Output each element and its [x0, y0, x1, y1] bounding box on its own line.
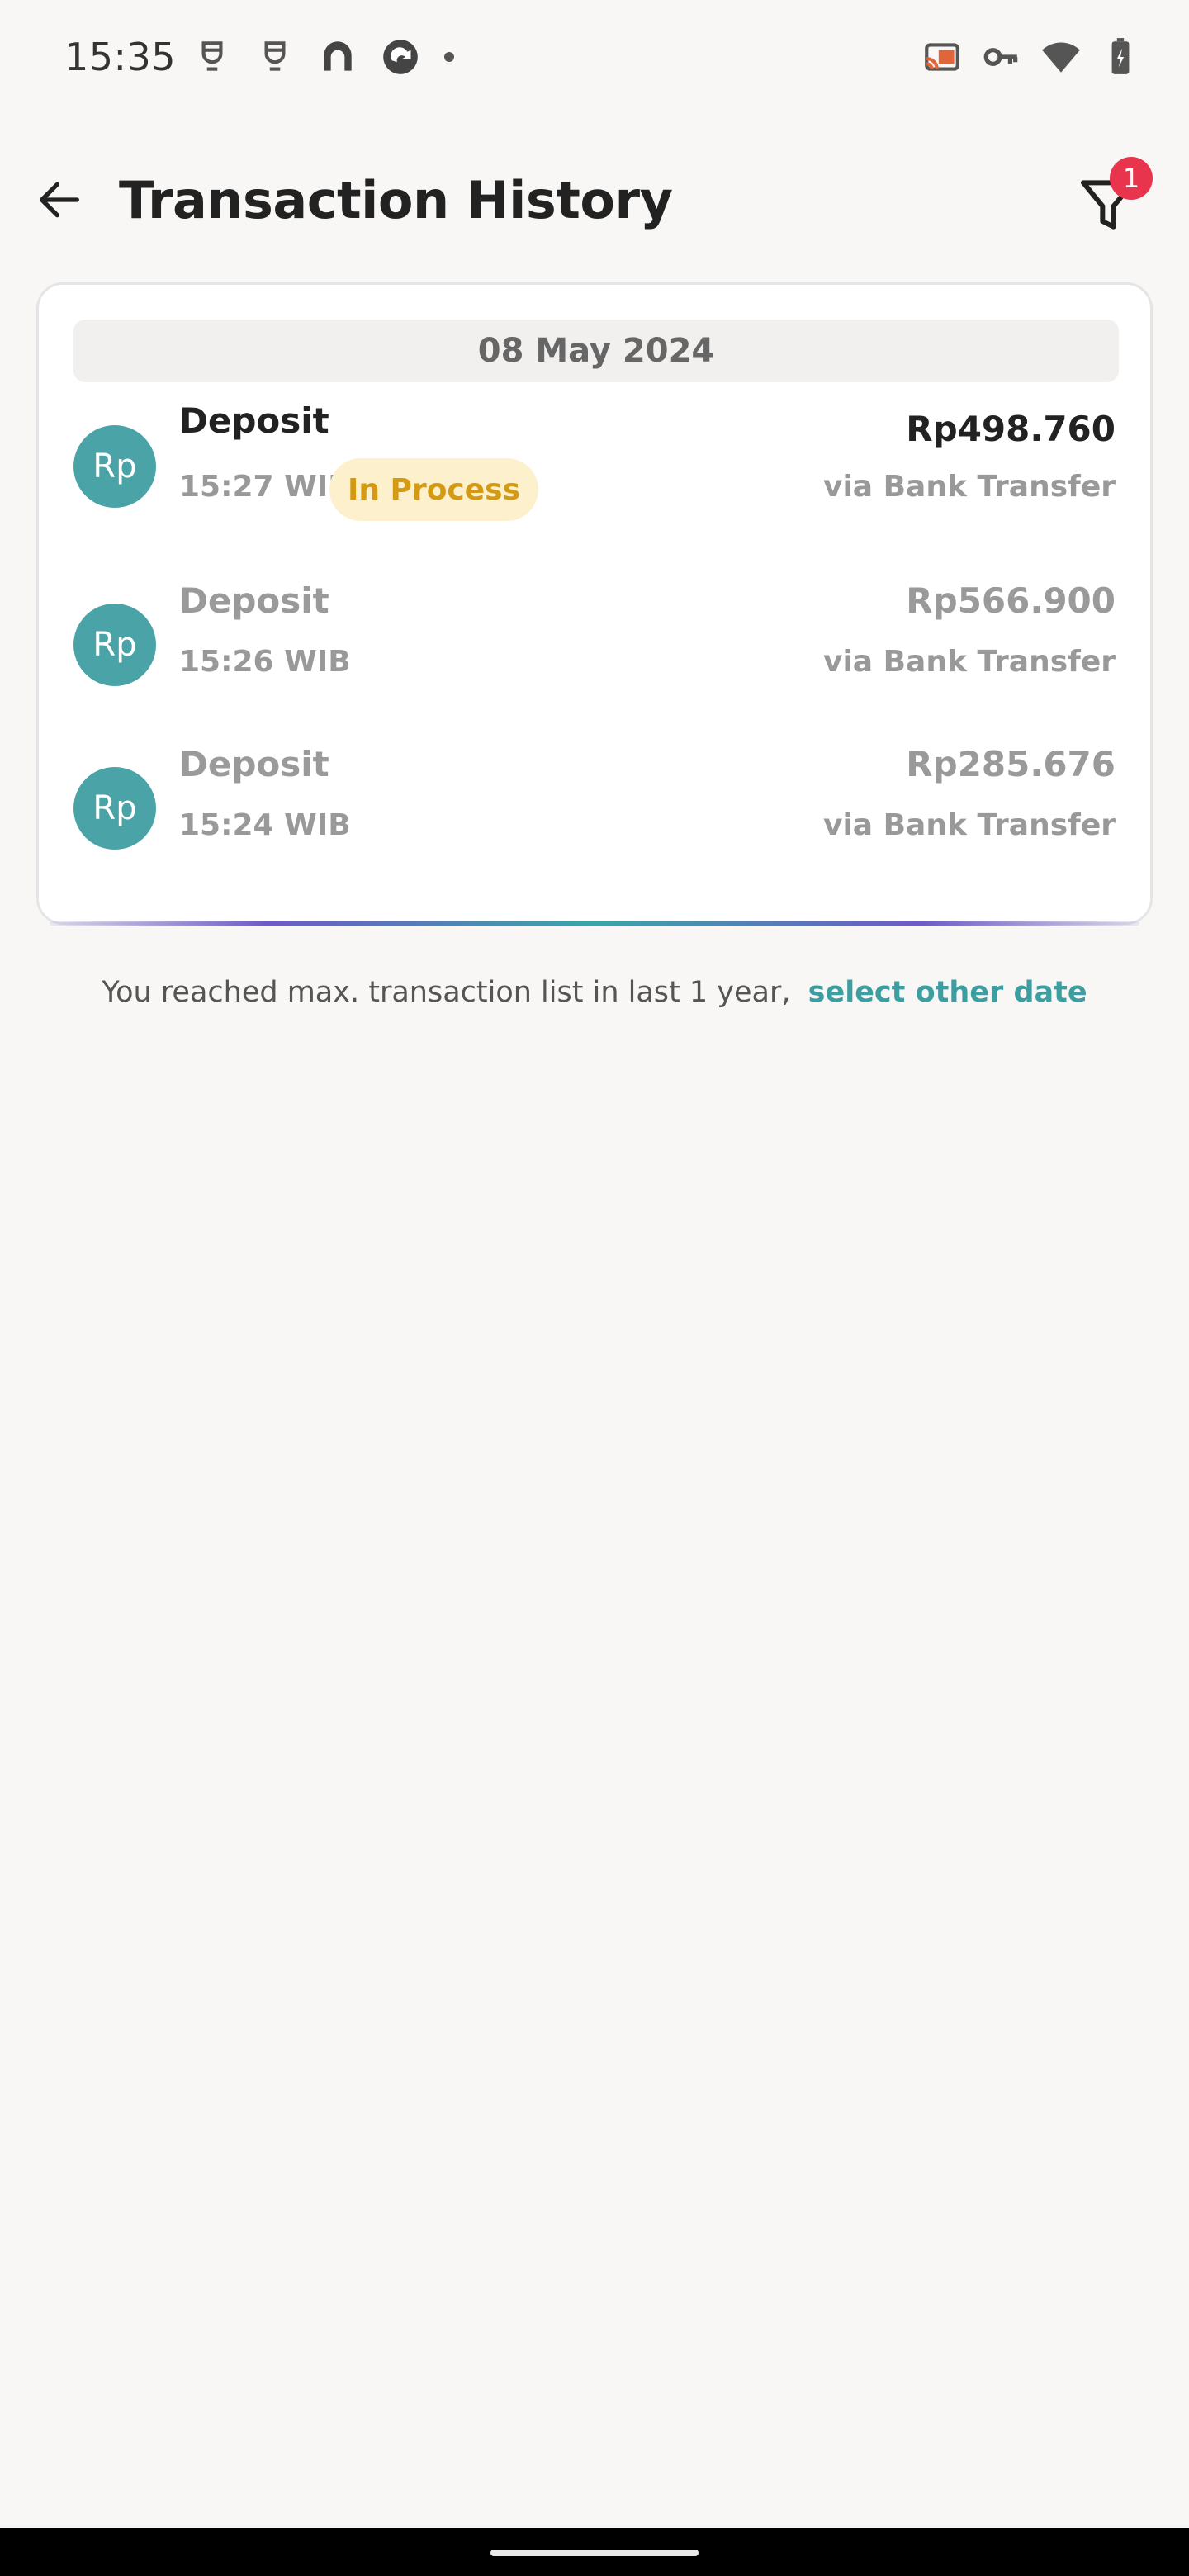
status-time: 15:35 — [64, 35, 177, 79]
filter-button[interactable]: 1 — [1065, 152, 1156, 243]
filter-count-badge: 1 — [1110, 157, 1153, 200]
transaction-row[interactable]: Rp Deposit 15:27 WIB In Process Rp498.76… — [39, 400, 1150, 541]
navigation-bar — [0, 2528, 1189, 2576]
page-title: Transaction History — [119, 170, 673, 230]
transaction-row[interactable]: Rp Deposit 15:24 WIB Rp285.676 via Bank … — [39, 741, 1150, 881]
avatar: Rp — [73, 604, 156, 686]
transaction-time: 15:26 WIB — [179, 645, 351, 679]
transaction-amount: Rp498.760 — [906, 409, 1116, 449]
transaction-method: via Bank Transfer — [822, 470, 1116, 504]
notification-icon — [201, 41, 223, 71]
transaction-amount: Rp285.676 — [906, 744, 1116, 784]
battery-charging-icon — [1111, 38, 1130, 74]
transaction-title: Deposit — [179, 744, 329, 784]
transaction-title: Deposit — [179, 580, 329, 621]
dot-icon — [444, 52, 454, 62]
app-icon — [324, 41, 352, 71]
status-bar: 15:35 — [0, 0, 1189, 116]
arrow-left-icon — [40, 182, 79, 218]
transaction-time: 15:24 WIB — [179, 808, 351, 842]
transaction-card: 08 May 2024 Rp Deposit 15:27 WIB In Proc… — [36, 282, 1153, 925]
transaction-row[interactable]: Rp Deposit 15:26 WIB Rp566.900 via Bank … — [39, 579, 1150, 719]
status-badge: In Process — [329, 458, 539, 521]
avatar: Rp — [73, 425, 156, 508]
date-header: 08 May 2024 — [73, 320, 1119, 382]
back-button[interactable] — [25, 165, 94, 234]
transaction-time: 15:27 WIB — [179, 470, 351, 504]
transaction-method: via Bank Transfer — [822, 645, 1116, 679]
home-indicator[interactable] — [490, 2550, 699, 2556]
footer-note-text: You reached max. transaction list in las… — [102, 976, 791, 1009]
select-other-date-link[interactable]: select other date — [808, 976, 1087, 1009]
transaction-amount: Rp566.900 — [906, 580, 1116, 621]
status-right-icons — [921, 36, 1141, 78]
footer-note: You reached max. transaction list in las… — [0, 976, 1189, 1009]
avatar: Rp — [73, 767, 156, 850]
vpn-key-icon — [983, 48, 1018, 66]
transaction-title: Deposit — [179, 400, 329, 441]
cast-icon — [925, 43, 959, 71]
card-divider — [50, 921, 1139, 926]
notification-icon — [264, 41, 286, 71]
app-bar: Transaction History 1 — [0, 132, 1189, 272]
transaction-method: via Bank Transfer — [822, 808, 1116, 842]
status-left-icons — [192, 36, 456, 78]
wifi-icon — [1042, 42, 1080, 73]
app-icon — [383, 40, 418, 74]
